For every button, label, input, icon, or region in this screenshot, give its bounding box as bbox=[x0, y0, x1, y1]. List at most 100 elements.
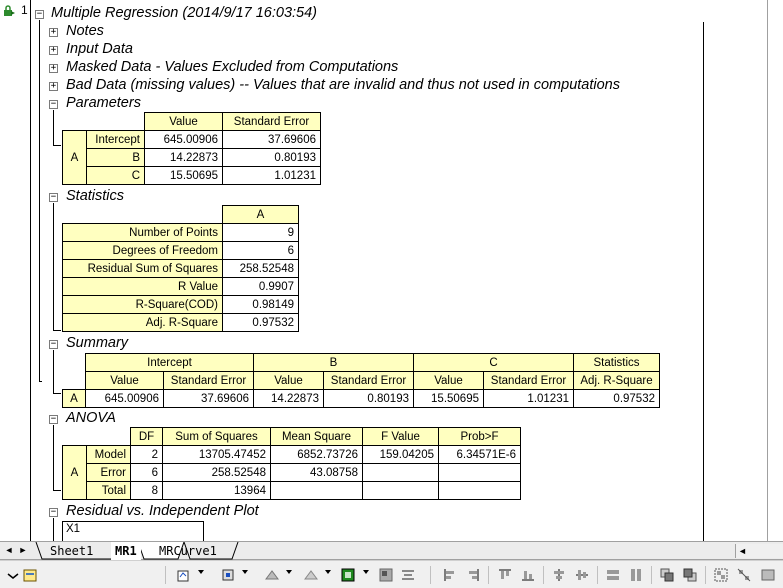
bring-front-icon[interactable] bbox=[659, 567, 675, 583]
collapse-residual-plot-icon[interactable]: − bbox=[49, 508, 58, 517]
tab-mrcurve1[interactable]: MRCurve1 bbox=[155, 542, 221, 560]
section-statistics[interactable]: Statistics bbox=[66, 188, 124, 204]
cell-value[interactable]: 2 bbox=[130, 445, 163, 464]
grid-color-icon[interactable] bbox=[340, 567, 356, 583]
section-bad-data[interactable]: Bad Data (missing values) -- Values that… bbox=[66, 77, 620, 93]
tab-mr1[interactable]: MR1 bbox=[111, 542, 141, 560]
collapse-summary-icon[interactable]: − bbox=[49, 340, 58, 349]
cell-value[interactable]: 6 bbox=[130, 463, 163, 482]
cell-value[interactable]: 37.69606 bbox=[222, 130, 321, 149]
row-divider bbox=[30, 0, 31, 541]
horizontal-scrollbar[interactable]: ◄ bbox=[735, 544, 783, 558]
column-header: Value bbox=[85, 371, 164, 390]
cell-value[interactable]: 1.01231 bbox=[222, 166, 321, 185]
cell-value[interactable] bbox=[362, 463, 439, 482]
same-width-icon[interactable] bbox=[605, 567, 621, 583]
group-icon[interactable] bbox=[713, 567, 729, 583]
align-bottom-icon[interactable] bbox=[520, 567, 536, 583]
cell-value[interactable]: 13964 bbox=[162, 481, 271, 500]
collapse-anova-icon[interactable]: − bbox=[49, 415, 58, 424]
sheet-tab-bar: ◄ ► Sheet1 MR1 MRCurve1 ◄ bbox=[0, 541, 783, 560]
cell-value[interactable]: 6 bbox=[222, 241, 299, 260]
statistics-table: A Number of Points 9 Degrees of Freedom 6 … bbox=[62, 205, 299, 332]
section-notes[interactable]: Notes bbox=[66, 23, 104, 39]
residual-plot-bracket bbox=[53, 518, 61, 541]
group-header: C bbox=[413, 353, 574, 372]
first-sheet-icon[interactable]: ◄ bbox=[4, 544, 14, 557]
cell-value[interactable]: 0.97532 bbox=[222, 313, 299, 332]
row-label: Number of Points bbox=[62, 223, 223, 242]
tab-sheet1[interactable]: Sheet1 bbox=[46, 542, 97, 560]
expand-bad-data-icon[interactable]: + bbox=[49, 82, 58, 91]
layer-icon[interactable] bbox=[176, 567, 192, 583]
cell-value[interactable]: 645.00906 bbox=[85, 389, 164, 408]
align-left-icon[interactable] bbox=[442, 567, 458, 583]
last-sheet-icon[interactable]: ► bbox=[18, 544, 28, 557]
ungroup-icon[interactable] bbox=[736, 567, 752, 583]
column-header: Value bbox=[413, 371, 484, 390]
cell-value[interactable]: 8 bbox=[130, 481, 163, 500]
report-bracket bbox=[39, 20, 42, 382]
cell-value[interactable]: 645.00906 bbox=[144, 130, 223, 149]
cell-value[interactable] bbox=[438, 463, 521, 482]
cell-value[interactable]: 6852.73726 bbox=[270, 445, 363, 464]
residual-plot-graph[interactable]: X1 bbox=[62, 521, 204, 541]
collapse-parameters-icon[interactable]: − bbox=[49, 100, 58, 109]
cell-value[interactable]: 0.80193 bbox=[323, 389, 414, 408]
cell-value[interactable]: 15.50695 bbox=[413, 389, 484, 408]
cell-value[interactable] bbox=[270, 481, 363, 500]
cell-value[interactable]: 15.50695 bbox=[144, 166, 223, 185]
merge-icon[interactable] bbox=[303, 567, 319, 583]
cell-value[interactable]: 9 bbox=[222, 223, 299, 242]
align-center-icon[interactable] bbox=[551, 567, 567, 583]
cell-value[interactable]: 13705.47452 bbox=[162, 445, 271, 464]
section-input-data[interactable]: Input Data bbox=[66, 41, 133, 57]
section-anova[interactable]: ANOVA bbox=[66, 410, 116, 426]
expand-input-data-icon[interactable]: + bbox=[49, 46, 58, 55]
cell-value[interactable]: 43.08758 bbox=[270, 463, 363, 482]
align-right-icon[interactable] bbox=[465, 567, 481, 583]
align-top-icon[interactable] bbox=[497, 567, 513, 583]
send-back-icon[interactable] bbox=[682, 567, 698, 583]
collapse-statistics-icon[interactable]: − bbox=[49, 193, 58, 202]
more-tools-icon[interactable] bbox=[760, 567, 776, 583]
graph-layers-icon[interactable] bbox=[220, 567, 236, 583]
row-header[interactable]: 1 bbox=[0, 3, 33, 19]
report-sheet: 1 − Multiple Regression (2014/9/17 16:03… bbox=[0, 0, 783, 541]
section-summary[interactable]: Summary bbox=[66, 335, 128, 351]
fill-icon[interactable] bbox=[378, 567, 394, 583]
cell-value[interactable]: 14.22873 bbox=[253, 389, 324, 408]
collapse-report-icon[interactable]: − bbox=[35, 10, 44, 19]
worksheet-icon[interactable] bbox=[22, 567, 38, 583]
cell-value[interactable]: 258.52548 bbox=[222, 259, 299, 278]
cell-value[interactable]: 0.9907 bbox=[222, 277, 299, 296]
scale-icon[interactable] bbox=[400, 567, 416, 583]
row-label: Degrees of Freedom bbox=[62, 241, 223, 260]
cell-value[interactable]: 14.22873 bbox=[144, 148, 223, 167]
right-border bbox=[767, 0, 768, 541]
arrange-icon[interactable] bbox=[264, 567, 280, 583]
same-height-icon[interactable] bbox=[628, 567, 644, 583]
cell-value[interactable]: 0.97532 bbox=[573, 389, 660, 408]
cell-value[interactable] bbox=[362, 481, 439, 500]
row-label: C bbox=[86, 166, 145, 185]
expand-masked-data-icon[interactable]: + bbox=[49, 64, 58, 73]
column-header: Adj. R-Square bbox=[573, 371, 660, 390]
cell-value[interactable]: 159.04205 bbox=[362, 445, 439, 464]
section-residual-plot[interactable]: Residual vs. Independent Plot bbox=[66, 503, 259, 519]
cell-value[interactable]: 1.01231 bbox=[483, 389, 574, 408]
cell-value[interactable]: 37.69606 bbox=[163, 389, 254, 408]
cell-value[interactable] bbox=[438, 481, 521, 500]
align-middle-icon[interactable] bbox=[574, 567, 590, 583]
row-label: Error bbox=[86, 463, 131, 482]
section-masked-data[interactable]: Masked Data - Values Excluded from Compu… bbox=[66, 59, 398, 75]
expand-notes-icon[interactable]: + bbox=[49, 28, 58, 37]
cell-value[interactable]: 258.52548 bbox=[162, 463, 271, 482]
summary-bracket bbox=[53, 350, 61, 394]
cell-value[interactable]: 6.34571E-6 bbox=[438, 445, 521, 464]
scroll-left-icon[interactable]: ◄ bbox=[738, 544, 747, 558]
column-header: Standard Error bbox=[483, 371, 574, 390]
cell-value[interactable]: 0.98149 bbox=[222, 295, 299, 314]
section-parameters[interactable]: Parameters bbox=[66, 95, 141, 111]
cell-value[interactable]: 0.80193 bbox=[222, 148, 321, 167]
